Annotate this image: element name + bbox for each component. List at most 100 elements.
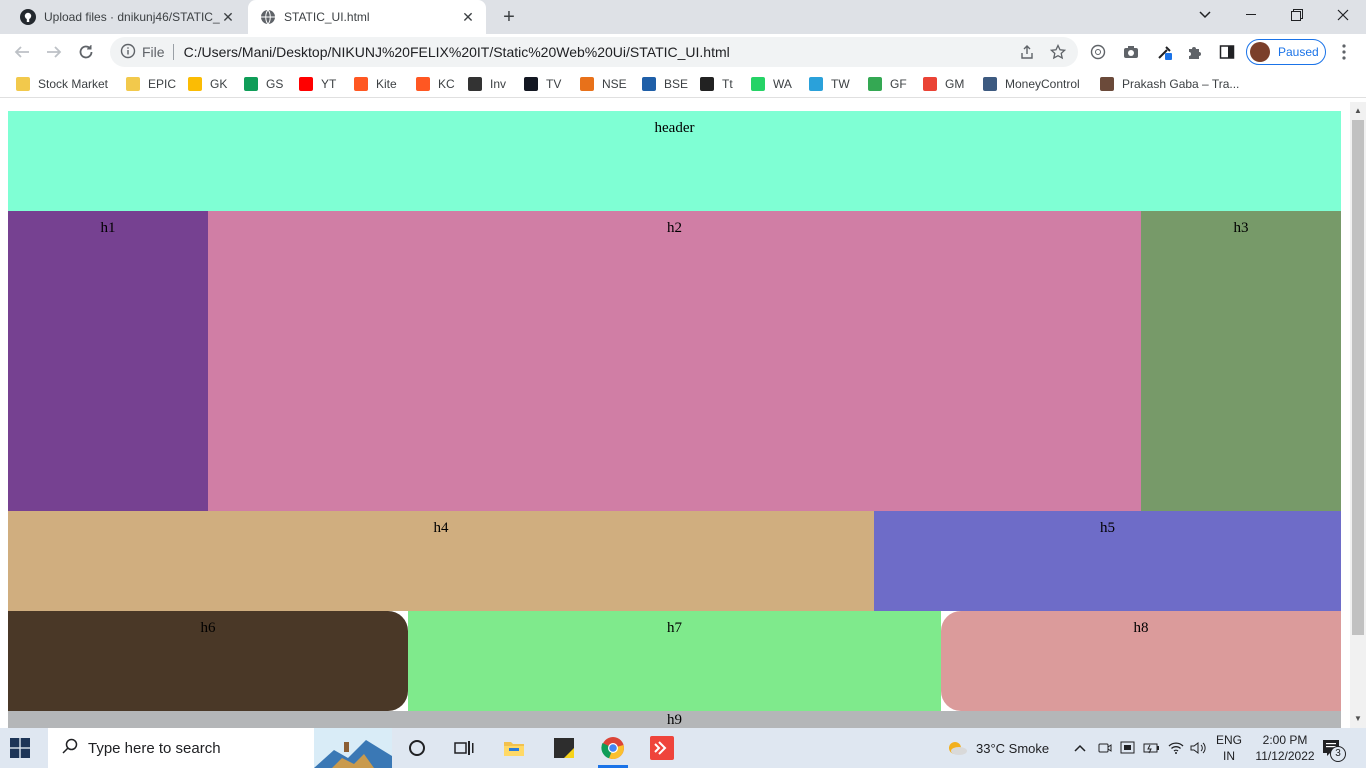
show-hidden-icons-chevron-up-icon[interactable] <box>1074 728 1086 768</box>
side-panel-icon[interactable] <box>1217 42 1237 62</box>
youtube-icon <box>299 77 313 91</box>
bookmark-inv[interactable]: Inv <box>468 75 506 93</box>
forward-arrow-icon[interactable] <box>40 38 68 66</box>
more-menu-icon[interactable] <box>1334 42 1354 62</box>
bookmark-label: Kite <box>376 77 397 91</box>
address-bar[interactable]: File C:/Users/Mani/Desktop/NIKUNJ%20FELI… <box>110 37 1078 67</box>
share-icon[interactable] <box>1018 43 1036 61</box>
vertical-scrollbar[interactable]: ▲ ▼ <box>1350 102 1366 728</box>
section-label: h6 <box>200 620 216 636</box>
sticky-notes-icon[interactable] <box>550 734 578 762</box>
scroll-down-arrow-icon[interactable]: ▼ <box>1354 714 1362 724</box>
camera-icon[interactable] <box>1121 42 1141 62</box>
bookmark-tv[interactable]: TV <box>524 75 561 93</box>
clock-date: 11/12/2022 <box>1255 749 1315 763</box>
bookmark-label: EPIC <box>148 77 177 91</box>
scrollbar-thumb[interactable] <box>1352 120 1364 635</box>
notification-center-icon[interactable]: 3 <box>1322 728 1346 768</box>
clock-time: 2:00 PM <box>1262 733 1308 747</box>
moneycontrol-icon <box>983 77 997 91</box>
section-label: h3 <box>1233 220 1249 236</box>
bookmark-gk[interactable]: GK <box>188 75 227 93</box>
section-h4: h4 <box>8 511 874 611</box>
tab-static-ui[interactable]: STATIC_UI.html ✕ <box>248 0 486 34</box>
url-text[interactable]: C:/Users/Mani/Desktop/NIKUNJ%20FELIX%20I… <box>184 44 730 60</box>
back-arrow-icon[interactable] <box>8 38 36 66</box>
bookmark-bse[interactable]: BSE <box>642 75 688 93</box>
weather-widget[interactable]: 33°C Smoke <box>946 728 1049 768</box>
profile-button[interactable]: Paused <box>1246 39 1326 65</box>
section-h7: h7 <box>408 611 941 711</box>
onedrive-icon[interactable] <box>1120 728 1136 768</box>
minimize-icon[interactable] <box>1228 0 1274 30</box>
bookmark-kc[interactable]: KC <box>416 75 455 93</box>
globe-icon <box>260 9 276 25</box>
bookmark-label: WA <box>773 77 792 91</box>
search-highlight-image <box>314 728 392 768</box>
section-label: h1 <box>100 220 116 236</box>
bookmark-tw[interactable]: TW <box>809 75 850 93</box>
bookmark-kite[interactable]: Kite <box>354 75 397 93</box>
gmail-icon <box>923 77 937 91</box>
folder-icon <box>16 77 30 91</box>
bookmark-nse[interactable]: NSE <box>580 75 627 93</box>
windows-start-icon[interactable] <box>10 738 30 758</box>
tab-strip: Upload files · dnikunj46/STATIC_U ✕ STAT… <box>0 0 1366 34</box>
wifi-icon[interactable] <box>1168 728 1184 768</box>
bookmark-label: Inv <box>490 77 507 91</box>
bookmark-label: GS <box>266 77 284 91</box>
bookmark-label: YT <box>321 77 337 91</box>
task-view-icon[interactable] <box>450 734 478 762</box>
close-icon[interactable]: ✕ <box>220 9 236 25</box>
taskbar-search-box[interactable]: Type here to search <box>48 728 392 768</box>
bookmark-gs[interactable]: GS <box>244 75 283 93</box>
reload-icon[interactable] <box>72 38 100 66</box>
tab-search-chevron-down-icon[interactable] <box>1182 0 1228 30</box>
bookmark-moneycontrol[interactable]: MoneyControl <box>983 75 1080 93</box>
language-code: ENG <box>1216 733 1243 747</box>
bookmark-gf[interactable]: GF <box>868 75 907 93</box>
volume-icon[interactable] <box>1190 728 1208 768</box>
new-tab-button[interactable]: + <box>498 6 520 28</box>
section-h1: h1 <box>8 211 208 511</box>
bookmark-prakash-gaba-tra[interactable]: Prakash Gaba – Tra... <box>1100 75 1239 93</box>
eyedropper-icon[interactable] <box>1155 42 1175 62</box>
extensions-puzzle-icon[interactable] <box>1185 42 1205 62</box>
battery-power-icon[interactable] <box>1143 728 1161 768</box>
bookmark-epic[interactable]: EPIC <box>126 75 176 93</box>
nse-icon <box>580 77 594 91</box>
close-window-icon[interactable] <box>1320 0 1366 30</box>
info-icon[interactable] <box>120 43 136 62</box>
bookmark-wa[interactable]: WA <box>751 75 792 93</box>
google-finance-icon <box>868 77 882 91</box>
section-label: h4 <box>433 520 449 536</box>
windows-taskbar: Type here to search 33°C Smoke ENG IN 2:… <box>0 728 1366 768</box>
bookmark-yt[interactable]: YT <box>299 75 336 93</box>
restore-icon[interactable] <box>1274 0 1320 30</box>
bookmark-label: TV <box>546 77 562 91</box>
bookmark-tt[interactable]: Tt <box>700 75 733 93</box>
search-icon <box>62 738 78 759</box>
chrome-icon[interactable] <box>599 734 627 762</box>
tab-upload-files[interactable]: Upload files · dnikunj46/STATIC_U ✕ <box>8 0 246 34</box>
bookmark-gm[interactable]: GM <box>923 75 964 93</box>
bookmark-stock-market[interactable]: Stock Market <box>16 75 108 93</box>
close-icon[interactable]: ✕ <box>460 9 476 25</box>
file-explorer-icon[interactable] <box>500 734 528 762</box>
notification-count-badge: 3 <box>1330 746 1346 762</box>
cortana-icon[interactable] <box>403 734 431 762</box>
language-indicator[interactable]: ENG IN <box>1216 732 1242 764</box>
search-placeholder: Type here to search <box>88 739 221 757</box>
section-h9: h9 <box>8 711 1341 728</box>
weather-text: 33°C Smoke <box>976 740 1050 756</box>
scroll-up-arrow-icon[interactable]: ▲ <box>1354 106 1362 116</box>
bookmark-label: NSE <box>602 77 627 91</box>
bookmark-star-icon[interactable] <box>1049 43 1067 61</box>
anydesk-icon[interactable] <box>648 734 676 762</box>
clock[interactable]: 2:00 PM 11/12/2022 <box>1250 732 1320 764</box>
meet-now-icon[interactable] <box>1098 728 1112 768</box>
extension-circle-icon[interactable] <box>1088 42 1108 62</box>
section-h3: h3 <box>1141 211 1341 511</box>
section-label: h7 <box>667 620 682 636</box>
section-label: h8 <box>1133 620 1149 636</box>
